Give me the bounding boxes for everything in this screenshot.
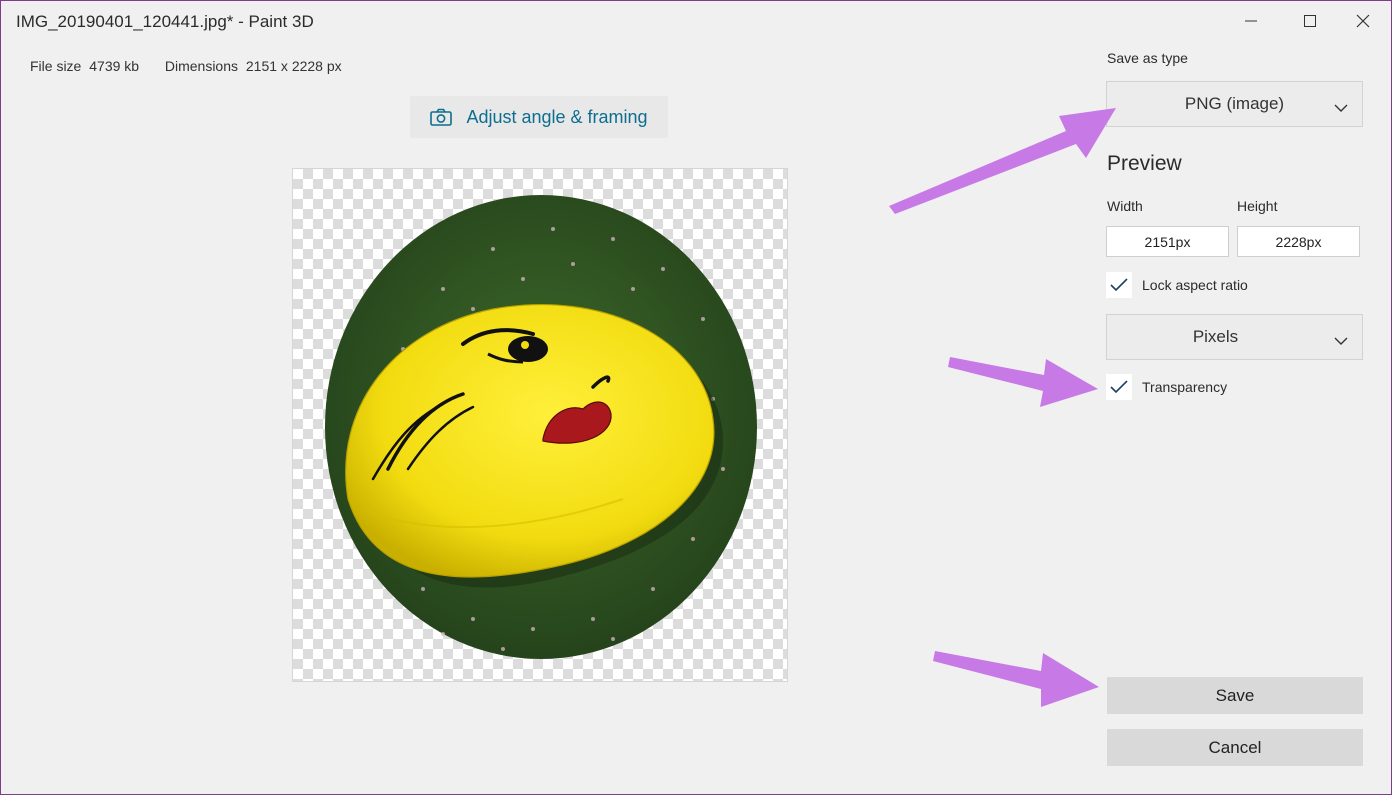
file-size-value: 4739 kb	[89, 58, 140, 74]
chevron-down-icon	[1334, 331, 1348, 351]
app-window: IMG_20190401_120441.jpg* - Paint 3D File…	[0, 0, 1392, 795]
adjust-angle-framing-label: Adjust angle & framing	[466, 106, 648, 127]
height-label: Height	[1237, 198, 1278, 214]
dimensions-label: Dimensions	[164, 58, 238, 74]
save-as-type-dropdown[interactable]: PNG (image)	[1106, 81, 1363, 127]
units-value: Pixels	[1192, 327, 1239, 346]
image-canvas[interactable]	[292, 168, 788, 682]
annotation-arrow-icon	[933, 651, 1099, 707]
save-button[interactable]: Save	[1107, 677, 1363, 714]
width-label: Width	[1107, 198, 1143, 214]
lock-aspect-ratio-label: Lock aspect ratio	[1142, 277, 1248, 293]
adjust-angle-framing-button[interactable]: Adjust angle & framing	[410, 96, 668, 138]
lock-aspect-ratio-row[interactable]: Lock aspect ratio	[1106, 272, 1248, 298]
cancel-button[interactable]: Cancel	[1107, 729, 1363, 766]
transparency-row[interactable]: Transparency	[1106, 374, 1227, 400]
file-size-label: File size	[30, 58, 82, 74]
units-dropdown[interactable]: Pixels	[1106, 314, 1363, 360]
transparency-checkbox[interactable]	[1106, 374, 1132, 400]
pillow-image	[325, 195, 757, 659]
maximize-icon[interactable]	[1300, 11, 1320, 31]
annotation-arrow-icon	[948, 357, 1098, 407]
dimensions-value: 2151 x 2228 px	[245, 58, 342, 74]
minimize-icon[interactable]	[1241, 11, 1261, 31]
annotation-arrow-icon	[889, 108, 1116, 214]
checkmark-icon	[1110, 278, 1128, 292]
window-title: IMG_20190401_120441.jpg* - Paint 3D	[16, 12, 314, 31]
transparency-label: Transparency	[1142, 379, 1228, 395]
preview-heading: Preview	[1107, 152, 1182, 175]
checkmark-icon	[1110, 380, 1128, 394]
save-as-type-value: PNG (image)	[1184, 94, 1285, 113]
close-icon[interactable]	[1353, 11, 1373, 31]
camera-icon	[430, 108, 453, 126]
chevron-down-icon	[1334, 98, 1348, 118]
file-info: File size 4739 kb Dimensions 2151 x 2228…	[30, 58, 346, 74]
save-as-type-label: Save as type	[1107, 50, 1188, 66]
width-input[interactable]: 2151px	[1106, 226, 1229, 257]
height-input[interactable]: 2228px	[1237, 226, 1360, 257]
lock-aspect-ratio-checkbox[interactable]	[1106, 272, 1132, 298]
